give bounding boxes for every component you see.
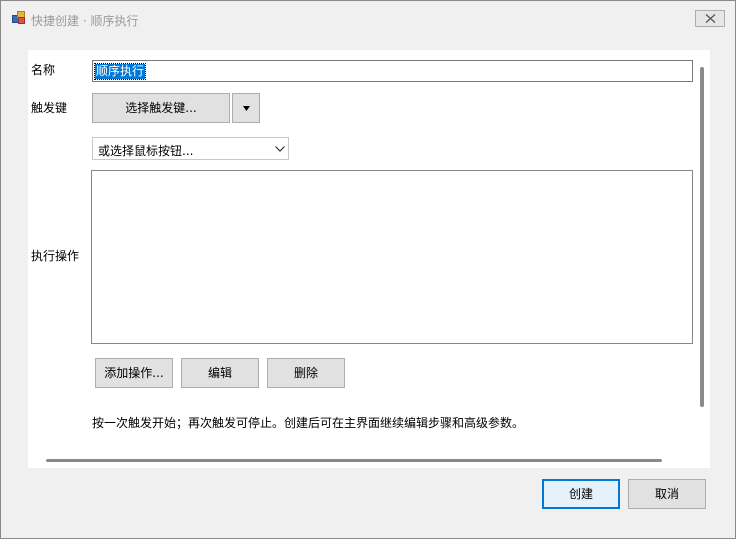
horizontal-scrollbar[interactable] bbox=[46, 459, 662, 462]
add-action-button[interactable]: 添加操作... bbox=[95, 358, 173, 388]
window-title: 快捷创建 · 顺序执行 bbox=[31, 14, 139, 28]
title-bar[interactable]: 快捷创建 · 顺序执行 bbox=[1, 1, 735, 31]
close-icon bbox=[705, 14, 716, 23]
chevron-down-icon bbox=[275, 146, 285, 152]
add-action-button-label: 添加操作... bbox=[104, 366, 164, 380]
dialog-window: 快捷创建 · 顺序执行 名称 顺序执行 触发键 选择触发键... 或选择鼠标按钮… bbox=[0, 0, 736, 539]
caret-down-icon bbox=[243, 106, 250, 111]
name-input[interactable]: 顺序执行 bbox=[92, 60, 693, 82]
trigger-label: 触发键 bbox=[31, 101, 68, 115]
hint-text: 按一次触发开始；再次触发可停止。创建后可在主界面继续编辑步骤和高级参数。 bbox=[92, 416, 525, 430]
select-trigger-button[interactable]: 选择触发键... bbox=[92, 93, 230, 123]
select-trigger-button-label: 选择触发键... bbox=[125, 101, 197, 115]
name-input-value: 顺序执行 bbox=[93, 63, 147, 80]
cancel-button-label: 取消 bbox=[654, 487, 679, 501]
create-button-label: 创建 bbox=[568, 487, 593, 501]
close-button[interactable] bbox=[695, 10, 725, 27]
create-button[interactable]: 创建 bbox=[542, 479, 620, 509]
actions-label: 执行操作 bbox=[31, 249, 80, 263]
cancel-button[interactable]: 取消 bbox=[628, 479, 706, 509]
trigger-dropdown-button[interactable] bbox=[232, 93, 260, 123]
edit-button-label: 编辑 bbox=[207, 366, 232, 380]
mouse-button-select[interactable]: 或选择鼠标按钮... bbox=[92, 137, 289, 160]
name-label: 名称 bbox=[31, 63, 56, 77]
delete-button[interactable]: 删除 bbox=[267, 358, 345, 388]
delete-button-label: 删除 bbox=[293, 366, 318, 380]
mouse-button-select-value: 或选择鼠标按钮... bbox=[98, 144, 194, 158]
actions-list[interactable] bbox=[91, 170, 693, 344]
app-icon bbox=[12, 11, 25, 24]
edit-button[interactable]: 编辑 bbox=[181, 358, 259, 388]
vertical-scrollbar[interactable] bbox=[700, 67, 704, 407]
